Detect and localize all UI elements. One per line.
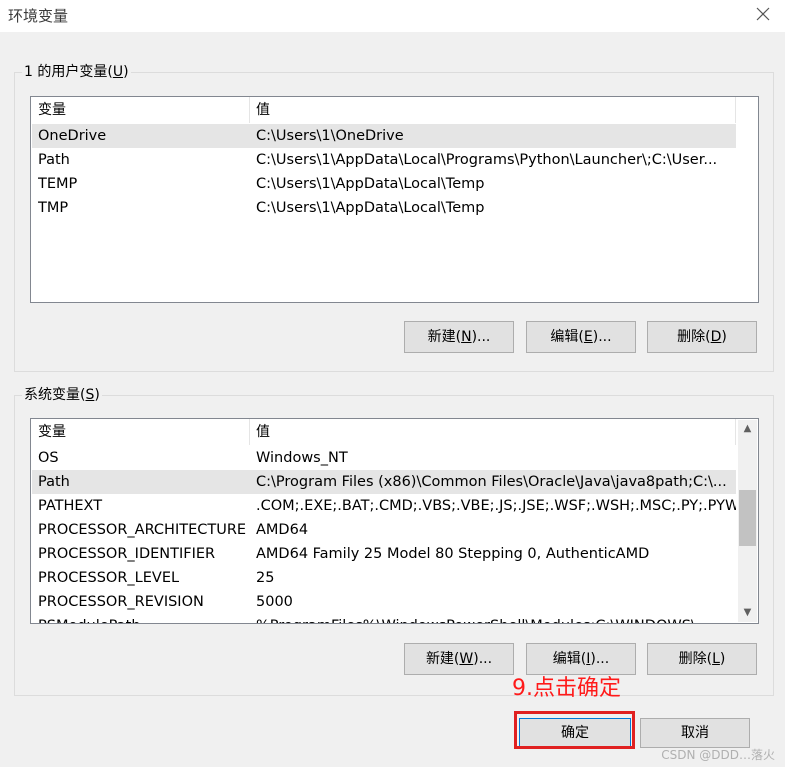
user-var-row-temp[interactable]: TEMP C:\Users\1\AppData\Local\Temp: [32, 172, 736, 196]
variable-value: C:\Program Files (x86)\Common Files\Orac…: [256, 474, 727, 490]
user-delete-button[interactable]: 删除(D): [647, 321, 757, 353]
variable-name: OS: [38, 450, 59, 466]
system-var-row-pathext[interactable]: PATHEXT .COM;.EXE;.BAT;.CMD;.VBS;.VBE;.J…: [32, 494, 736, 518]
system-var-row-processor-architecture[interactable]: PROCESSOR_ARCHITECTURE AMD64: [32, 518, 736, 542]
variable-value: 25: [256, 570, 275, 586]
system-var-row-processor-revision[interactable]: PROCESSOR_REVISION 5000: [32, 590, 736, 614]
user-var-row-tmp[interactable]: TMP C:\Users\1\AppData\Local\Temp: [32, 196, 736, 220]
title-bar: 环境变量: [0, 0, 785, 32]
user-variables-list[interactable]: 变量 值 OneDrive C:\Users\1\OneDrive Path C…: [30, 96, 759, 303]
system-var-row-psmodulepath[interactable]: PSModulePath %ProgramFiles%\WindowsPower…: [32, 614, 736, 623]
column-header-value[interactable]: 值: [249, 419, 735, 445]
column-header-value[interactable]: 值: [249, 97, 735, 123]
system-variables-group-title: 系统变量(S): [22, 387, 102, 403]
column-header-variable[interactable]: 变量: [31, 419, 249, 445]
scrollbar-thumb[interactable]: [739, 490, 756, 546]
variable-name: Path: [38, 474, 70, 490]
variable-name: OneDrive: [38, 128, 107, 144]
vertical-scrollbar[interactable]: ▲ ▼: [738, 420, 757, 622]
user-new-button[interactable]: 新建(N)...: [404, 321, 514, 353]
variable-name: PSModulePath: [38, 614, 248, 623]
column-header-variable[interactable]: 变量: [31, 97, 249, 123]
variable-value: 5000: [256, 594, 293, 610]
system-new-button[interactable]: 新建(W)...: [404, 643, 514, 675]
variable-value: %ProgramFiles%\WindowsPowerShell\Modules…: [256, 614, 710, 623]
cancel-button[interactable]: 取消: [640, 718, 750, 748]
variable-name: TEMP: [38, 176, 78, 192]
user-var-row-path[interactable]: Path C:\Users\1\AppData\Local\Programs\P…: [32, 148, 736, 172]
system-var-row-path[interactable]: Path C:\Program Files (x86)\Common Files…: [32, 470, 736, 494]
user-var-row-onedrive[interactable]: OneDrive C:\Users\1\OneDrive: [32, 124, 736, 148]
list-header: 变量 值: [31, 419, 758, 445]
variable-value: C:\Users\1\AppData\Local\Temp: [256, 176, 485, 192]
annotation-highlight-box: [514, 711, 635, 749]
variable-value: C:\Users\1\AppData\Local\Temp: [256, 200, 485, 216]
scroll-up-icon[interactable]: ▲: [738, 420, 757, 438]
system-var-row-processor-identifier[interactable]: PROCESSOR_IDENTIFIER AMD64 Family 25 Mod…: [32, 542, 736, 566]
variable-name: PROCESSOR_ARCHITECTURE: [38, 522, 247, 538]
variable-name: PROCESSOR_IDENTIFIER: [38, 546, 216, 562]
variable-name: PROCESSOR_LEVEL: [38, 570, 180, 586]
user-edit-button[interactable]: 编辑(E)...: [526, 321, 636, 353]
user-variables-group-title: 1 的用户变量(U): [22, 64, 131, 80]
variable-name: TMP: [38, 200, 69, 216]
watermark: CSDN @DDD…落火: [661, 748, 775, 762]
system-variables-list[interactable]: 变量 值 OS Windows_NT Path C:\Program Files…: [30, 418, 759, 624]
variable-value: C:\Users\1\OneDrive: [256, 128, 404, 144]
system-var-row-processor-level[interactable]: PROCESSOR_LEVEL 25: [32, 566, 736, 590]
list-header: 变量 值: [31, 97, 758, 123]
variable-name: PATHEXT: [38, 498, 103, 514]
variable-value: .COM;.EXE;.BAT;.CMD;.VBS;.VBE;.JS;.JSE;.…: [256, 498, 736, 514]
variable-value: Windows_NT: [256, 450, 348, 466]
variable-value: AMD64: [256, 522, 309, 538]
variable-value: C:\Users\1\AppData\Local\Programs\Python…: [256, 152, 718, 168]
close-icon[interactable]: [751, 2, 775, 26]
variable-value: AMD64 Family 25 Model 80 Stepping 0, Aut…: [256, 546, 650, 562]
window-title: 环境变量: [8, 7, 69, 25]
scroll-down-icon[interactable]: ▼: [738, 604, 757, 622]
variable-name: Path: [38, 152, 70, 168]
step-annotation: 9.点击确定: [512, 676, 621, 701]
system-var-row-os[interactable]: OS Windows_NT: [32, 446, 736, 470]
system-delete-button[interactable]: 删除(L): [647, 643, 757, 675]
variable-name: PROCESSOR_REVISION: [38, 594, 204, 610]
